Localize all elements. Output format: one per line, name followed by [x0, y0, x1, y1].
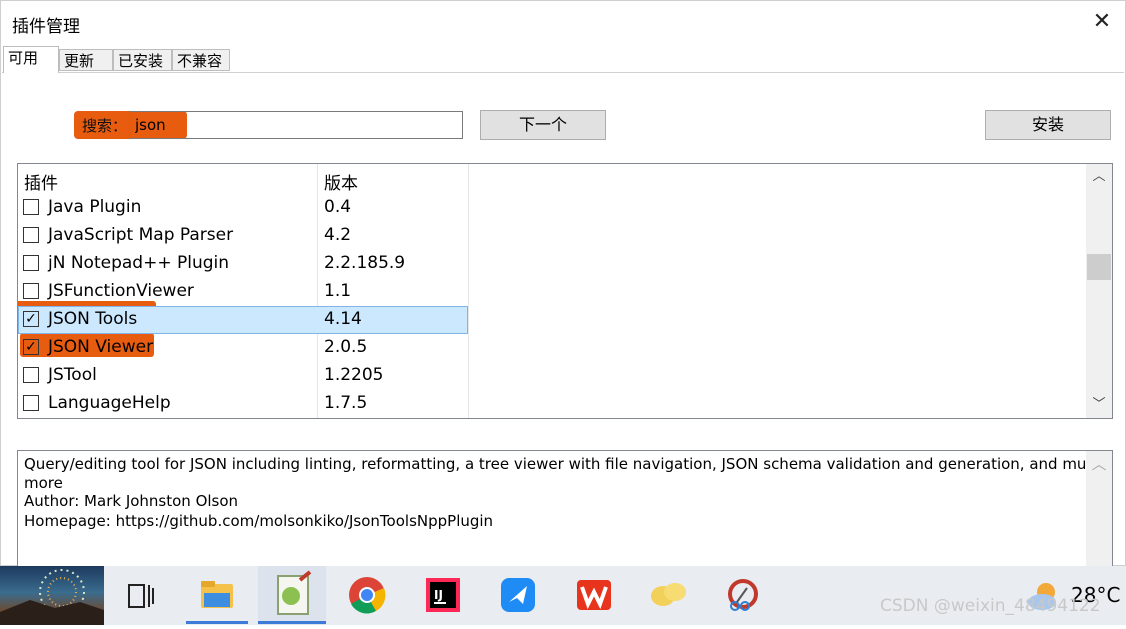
window-title: 插件管理: [12, 17, 80, 37]
description-text: Query/editing tool for JSON including li…: [24, 455, 1105, 473]
plugin-name: jN Notepad++ Plugin: [48, 253, 230, 273]
plugin-version: 2.2.185.9: [324, 253, 406, 273]
active-app-indicator: [258, 621, 326, 624]
tab-installed[interactable]: 已安装: [113, 49, 172, 71]
checkbox[interactable]: [23, 367, 39, 383]
install-button[interactable]: 安装: [985, 110, 1111, 140]
plugin-name: JSFunctionViewer: [48, 281, 194, 301]
checkbox[interactable]: [23, 283, 39, 299]
column-header-version[interactable]: 版本: [324, 169, 358, 194]
description-text: more: [24, 474, 63, 492]
plugin-name: JSTool: [48, 365, 97, 385]
app-icon[interactable]: [647, 574, 689, 616]
plugin-version: 1.2205: [324, 365, 384, 385]
checkbox[interactable]: [23, 199, 39, 215]
plugin-name: Java Plugin: [48, 197, 142, 217]
plugin-version: 2.0.5: [324, 337, 368, 357]
list-item[interactable]: jN Notepad++ Plugin 2.2.185.9: [18, 250, 468, 278]
active-app-indicator: [186, 621, 248, 624]
plugin-manager-window: 插件管理 ✕ 可用 更新 已安装 不兼容 搜索： 下一个 安装 插件 版本 Ja…: [0, 0, 1126, 575]
plugin-name: JSON Viewer: [48, 337, 154, 357]
checkbox[interactable]: [23, 395, 39, 411]
plugin-version: 1.7.5: [324, 393, 368, 413]
svg-text:IJ: IJ: [434, 588, 443, 602]
tab-incompatible[interactable]: 不兼容: [172, 49, 230, 71]
description-author: Author: Mark Johnston Olson: [24, 492, 239, 510]
checkbox-checked[interactable]: ✓: [23, 311, 39, 327]
plugin-version: 0.4: [324, 197, 352, 217]
plugin-name: LanguageHelp: [48, 393, 171, 413]
plugin-version: 4.14: [324, 309, 362, 329]
scroll-up-icon[interactable]: ︿: [1089, 167, 1109, 187]
plugin-version: 4.2: [324, 225, 352, 245]
plugin-description: Query/editing tool for JSON including li…: [17, 450, 1113, 575]
plugin-list: 插件 版本 Java Plugin 0.4 JavaScript Map Par…: [17, 163, 1113, 419]
wallpaper-icon[interactable]: [0, 566, 104, 625]
checkbox-checked[interactable]: ✓: [23, 339, 39, 355]
plugin-name: JSON Tools: [48, 309, 138, 329]
plugin-name: JavaScript Map Parser: [48, 225, 234, 245]
list-item[interactable]: ✓ JSON Viewer 2.0.5: [18, 334, 468, 362]
tab-divider: [2, 72, 1124, 73]
scroll-thumb[interactable]: [1087, 254, 1111, 280]
list-item[interactable]: LanguageHelp 1.7.5: [18, 390, 468, 418]
list-item-selected[interactable]: ✓ JSON Tools 4.14: [18, 306, 468, 334]
description-homepage: Homepage: https://github.com/molsonkiko/…: [24, 512, 494, 530]
tab-updates[interactable]: 更新: [59, 49, 113, 71]
file-explorer-icon[interactable]: [196, 574, 238, 616]
column-divider: [468, 164, 469, 418]
column-header-plugin[interactable]: 插件: [24, 169, 58, 194]
checkbox[interactable]: [23, 255, 39, 271]
checkbox[interactable]: [23, 227, 39, 243]
search-input[interactable]: [129, 111, 463, 139]
description-scrollbar[interactable]: ︿: [1086, 451, 1112, 574]
feishu-icon[interactable]: [497, 574, 539, 616]
list-item[interactable]: JavaScript Map Parser 4.2: [18, 222, 468, 250]
scroll-down-icon[interactable]: ﹀: [1089, 395, 1109, 415]
list-scrollbar[interactable]: ︿ ﹀: [1086, 164, 1112, 418]
tab-available[interactable]: 可用: [3, 46, 59, 73]
list-item[interactable]: JSTool 1.2205: [18, 362, 468, 390]
watermark: CSDN @weixin_48494122: [880, 596, 1101, 616]
scroll-up-icon[interactable]: ︿: [1089, 454, 1109, 474]
notepadpp-icon[interactable]: [258, 566, 326, 625]
intellij-icon[interactable]: IJ: [422, 574, 464, 616]
snipping-tool-icon[interactable]: [721, 574, 763, 616]
close-icon[interactable]: ✕: [1091, 11, 1113, 33]
list-item[interactable]: JSFunctionViewer 1.1: [18, 278, 468, 306]
search-label: 搜索：: [82, 117, 128, 135]
list-item[interactable]: Java Plugin 0.4: [18, 194, 468, 222]
next-button[interactable]: 下一个: [480, 110, 606, 140]
chrome-icon[interactable]: [346, 574, 388, 616]
task-view-icon[interactable]: [127, 582, 155, 610]
plugin-version: 1.1: [324, 281, 352, 301]
wps-icon[interactable]: [573, 574, 615, 616]
